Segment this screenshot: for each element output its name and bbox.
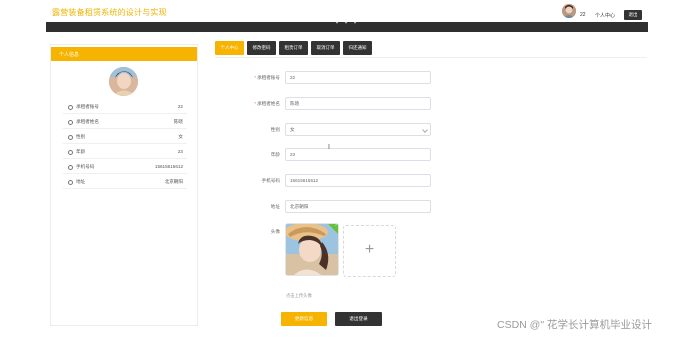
user-name: 22 xyxy=(580,12,586,18)
info-row-account: 承租者账号 22 xyxy=(63,101,187,114)
gender-select[interactable]: 女 xyxy=(285,123,431,136)
info-value: 15615615612 xyxy=(154,164,183,169)
info-icon xyxy=(68,164,73,170)
tab-change-password[interactable]: 修改密码 xyxy=(247,41,276,55)
tab-personal-center[interactable]: 个人中心 xyxy=(215,41,244,55)
upload-tip: 点击上传头像 xyxy=(286,293,312,298)
account-input[interactable] xyxy=(285,71,431,84)
info-row-age: 年龄 23 xyxy=(63,146,187,159)
watermark: CSDN @" 花学长计算机毕业设计 xyxy=(497,319,652,331)
avatar-photo-icon xyxy=(286,224,338,275)
info-icon xyxy=(68,134,73,140)
nav-bar: • • • xyxy=(46,22,648,32)
address-label: 地址 xyxy=(270,204,280,209)
chevron-down-icon xyxy=(422,127,428,133)
name-label: *承租者姓名 xyxy=(254,101,280,106)
info-label: 年龄 xyxy=(76,149,86,154)
info-icon xyxy=(68,119,73,125)
profile-avatar xyxy=(109,67,138,96)
info-value: 22 xyxy=(177,104,183,109)
top-header: 露营装备租赁系统的设计与实现 22 个人中心 退出 xyxy=(0,0,693,22)
address-input[interactable] xyxy=(285,200,431,213)
info-label: 地址 xyxy=(76,179,86,184)
gender-select-value: 女 xyxy=(290,127,295,132)
info-icon xyxy=(68,179,73,185)
info-icon xyxy=(68,104,73,110)
age-label: 年龄 xyxy=(270,152,280,157)
info-value: 23 xyxy=(177,149,183,154)
info-row-address: 地址 北京朝阳 xyxy=(63,176,187,189)
profile-card-header: 个人信息 xyxy=(51,47,197,61)
update-info-button[interactable]: 更新信息 xyxy=(281,312,327,326)
nav-bar-text: • • • xyxy=(335,22,359,27)
upload-avatar-button[interactable]: + xyxy=(343,225,396,277)
info-label: 手机号码 xyxy=(76,164,95,169)
info-label: 承租者姓名 xyxy=(76,119,99,124)
phone-input[interactable] xyxy=(285,174,431,187)
profile-card-title: 个人信息 xyxy=(59,52,80,58)
uploaded-avatar-thumbnail[interactable]: ✓ xyxy=(285,223,339,276)
tab-rental-orders[interactable]: 租赁订单 xyxy=(279,41,308,55)
top-logout-button[interactable]: 退出 xyxy=(624,10,642,20)
gender-label: 性别 xyxy=(270,127,280,132)
info-value: 北京朝阳 xyxy=(164,179,183,184)
text-cursor-icon: I xyxy=(328,144,330,151)
info-icon xyxy=(68,149,73,155)
tab-return-notice[interactable]: 归还通知 xyxy=(343,41,372,55)
avatar-label: 头像 xyxy=(270,229,280,234)
info-value: 女 xyxy=(178,134,183,139)
site-title: 露营装备租赁系统的设计与实现 xyxy=(52,8,167,17)
user-avatar[interactable] xyxy=(562,4,576,18)
info-value: 陈晓 xyxy=(173,119,183,124)
phone-label: 手机号码 xyxy=(261,178,280,183)
age-input[interactable] xyxy=(285,148,431,161)
profile-card: 个人信息 承租者账号 22 承租者姓名 陈晓 性别 女 年龄 23 手机号码 1… xyxy=(50,44,198,326)
tab-divider xyxy=(215,57,647,58)
info-label: 承租者账号 xyxy=(76,104,99,109)
plus-icon: + xyxy=(364,241,375,258)
info-row-phone: 手机号码 15615615612 xyxy=(63,161,187,174)
user-center-link[interactable]: 个人中心 xyxy=(595,12,615,19)
account-label: *承租者账号 xyxy=(254,75,280,80)
avatar-photo-icon xyxy=(562,4,576,18)
name-input[interactable] xyxy=(285,97,431,110)
info-label: 性别 xyxy=(76,134,86,139)
check-icon: ✓ xyxy=(334,223,339,228)
tab-cancel-orders[interactable]: 取消订单 xyxy=(311,41,340,55)
info-row-name: 承租者姓名 陈晓 xyxy=(63,116,187,129)
logout-button[interactable]: 退出登录 xyxy=(335,312,382,326)
avatar-photo-icon xyxy=(109,67,138,96)
info-row-gender: 性别 女 xyxy=(63,131,187,144)
